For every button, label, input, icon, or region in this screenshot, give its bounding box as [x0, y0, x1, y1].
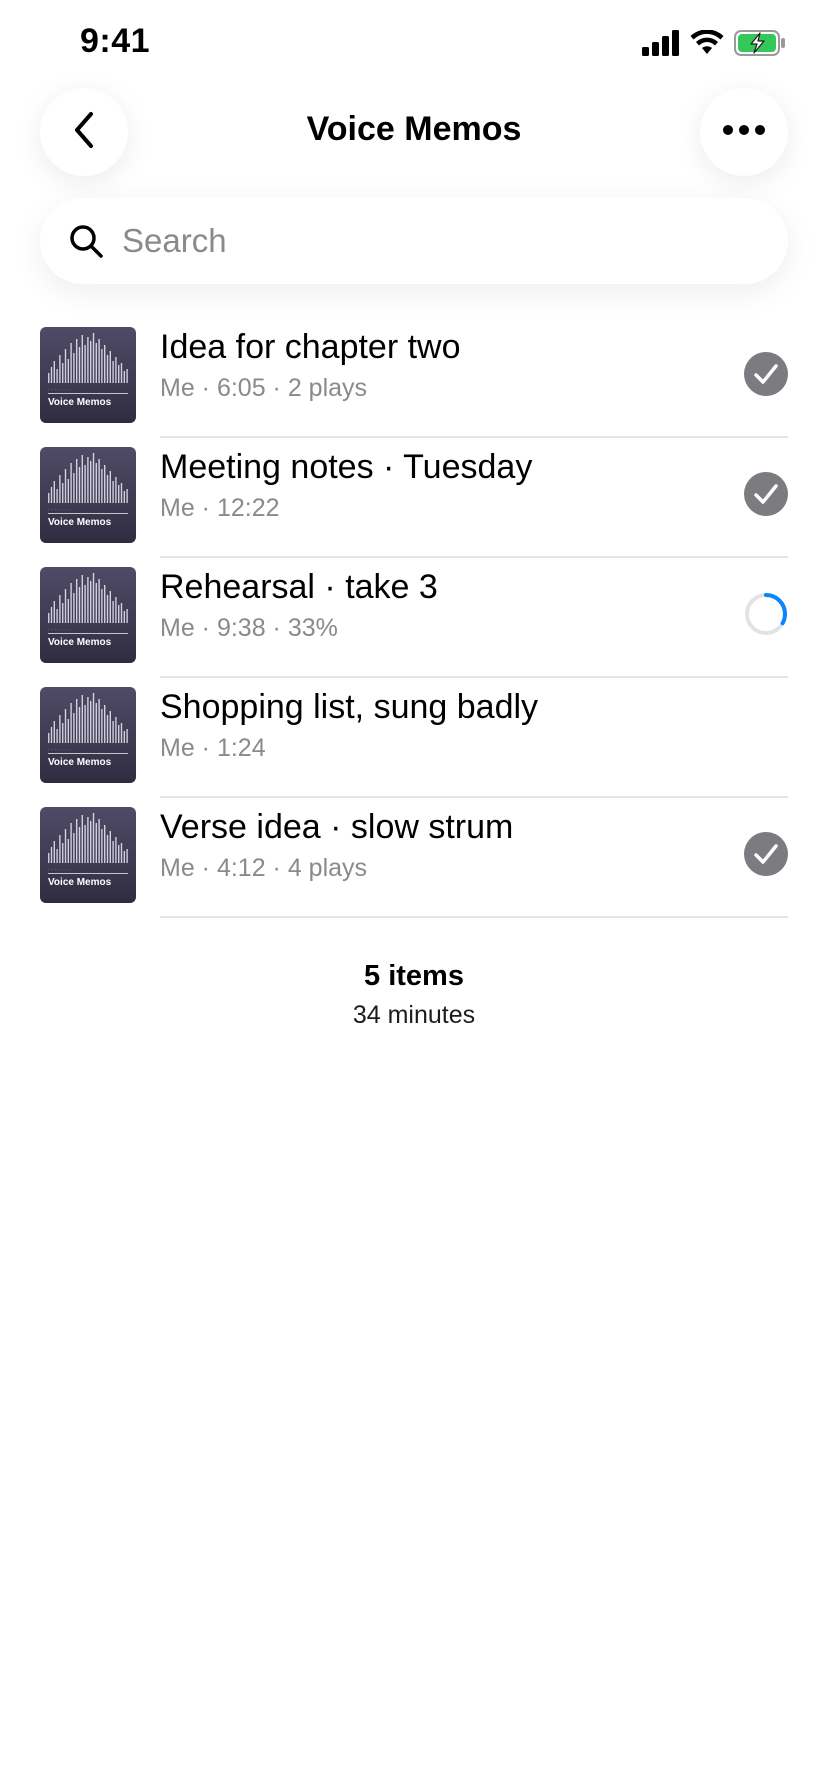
- total-duration: 34 minutes: [352, 1001, 476, 1029]
- status-icons: [642, 29, 786, 61]
- item-count: 5 items: [364, 960, 464, 992]
- memo-thumbnail: · · · · · · · Voice Memos: [40, 327, 136, 423]
- wifi-icon: [690, 29, 724, 61]
- search-icon: [66, 221, 106, 261]
- list-summary: 5 items 34 minutes: [0, 960, 828, 1030]
- memo-title: Idea for chapter two: [160, 328, 461, 366]
- memo-meta: Me · 12:22: [160, 494, 280, 522]
- memo-thumbnail: · · · · · · · Voice Memos: [40, 447, 136, 543]
- header: Voice Memos: [0, 88, 828, 176]
- downloaded-check-icon: [744, 472, 788, 516]
- memo-title: Rehearsal · take 3: [160, 568, 438, 606]
- memo-list: · · · · · · · Voice Memos Idea for chapt…: [0, 318, 828, 918]
- thumbnail-label: Voice Memos: [48, 877, 112, 888]
- thumbnail-tag: · · · · · · ·: [48, 747, 71, 752]
- memo-meta: Me · 9:38 · 33%: [160, 614, 338, 642]
- battery-charging-icon: [734, 30, 786, 61]
- memo-row[interactable]: · · · · · · · Voice Memos Shopping list,…: [0, 678, 828, 798]
- waveform-icon: [48, 813, 128, 863]
- waveform-icon: [48, 573, 128, 623]
- more-options-button[interactable]: [700, 88, 788, 176]
- search-bar[interactable]: [40, 198, 788, 284]
- memo-row[interactable]: · · · · · · · Voice Memos Rehearsal · ta…: [0, 558, 828, 678]
- thumbnail-tag: · · · · · · ·: [48, 867, 71, 872]
- waveform-icon: [48, 333, 128, 383]
- memo-row[interactable]: · · · · · · · Voice Memos Idea for chapt…: [0, 318, 828, 438]
- status-bar: 9:41: [0, 0, 828, 92]
- thumbnail-label: Voice Memos: [48, 637, 112, 648]
- thumbnail-label: Voice Memos: [48, 517, 112, 528]
- thumbnail-tag: · · · · · · ·: [48, 387, 71, 392]
- thumbnail-tag: · · · · · · ·: [48, 507, 71, 512]
- thumbnail-label: Voice Memos: [48, 757, 112, 768]
- status-time: 9:41: [80, 22, 151, 60]
- download-progress-icon[interactable]: [744, 592, 788, 636]
- downloaded-check-icon: [744, 832, 788, 876]
- memo-thumbnail: · · · · · · · Voice Memos: [40, 567, 136, 663]
- memo-meta: Me · 6:05 · 2 plays: [160, 374, 368, 402]
- memo-thumbnail: · · · · · · · Voice Memos: [40, 687, 136, 783]
- row-divider: [160, 916, 788, 918]
- status-empty: [744, 712, 788, 756]
- downloaded-check-icon: [744, 352, 788, 396]
- memo-title: Meeting notes · Tuesday: [160, 448, 533, 486]
- ellipsis-icon: [722, 123, 766, 141]
- memo-thumbnail: · · · · · · · Voice Memos: [40, 807, 136, 903]
- search-input[interactable]: [120, 221, 744, 261]
- memo-meta: Me · 4:12 · 4 plays: [160, 854, 368, 882]
- waveform-icon: [48, 453, 128, 503]
- thumbnail-label: Voice Memos: [48, 397, 112, 408]
- waveform-icon: [48, 693, 128, 743]
- memo-row[interactable]: · · · · · · · Voice Memos Meeting notes …: [0, 438, 828, 558]
- signal-icon: [642, 30, 680, 61]
- thumbnail-tag: · · · · · · ·: [48, 627, 71, 632]
- memo-title: Shopping list, sung badly: [160, 688, 539, 726]
- memo-row[interactable]: · · · · · · · Voice Memos Verse idea · s…: [0, 798, 828, 918]
- memo-meta: Me · 1:24: [160, 734, 266, 762]
- memo-title: Verse idea · slow strum: [160, 808, 514, 846]
